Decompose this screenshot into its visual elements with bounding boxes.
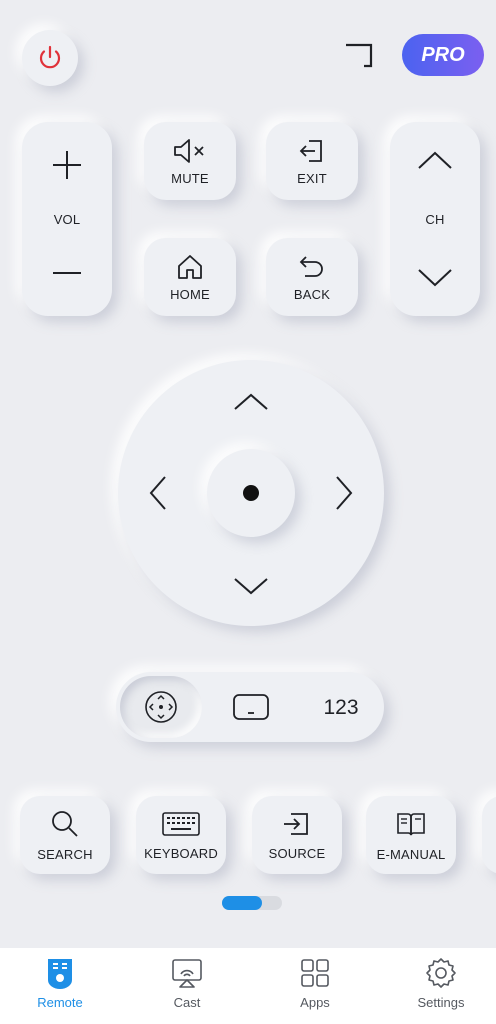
back-label: BACK (293, 286, 331, 302)
channel-down-button[interactable] (416, 264, 454, 290)
channel-rocker: CH (390, 122, 480, 316)
ok-dot-icon (243, 485, 259, 501)
volume-up-button[interactable] (50, 148, 84, 182)
screen-corner-icon (346, 43, 373, 68)
touchpad-icon (233, 694, 269, 720)
chevron-down-icon (234, 578, 268, 595)
keyboard-label: KEYBOARD (144, 845, 218, 861)
apps-grid-icon (301, 959, 329, 987)
home-label: HOME (170, 286, 210, 302)
dpad-right-button[interactable] (324, 468, 364, 518)
book-icon (397, 812, 425, 835)
next-button-peek[interactable] (482, 796, 496, 874)
mute-button[interactable]: MUTE (144, 122, 236, 200)
remote-icon (48, 959, 72, 989)
mode-dpad-button[interactable] (120, 676, 202, 738)
chevron-down-icon (418, 269, 452, 287)
cast-icon (172, 959, 202, 988)
dpad-ok-button[interactable] (207, 449, 295, 537)
channel-label: CH (425, 211, 445, 227)
e-manual-button[interactable]: E-MANUAL (366, 796, 456, 874)
chevron-up-icon (418, 151, 452, 169)
source-label: SOURCE (268, 845, 326, 861)
screen-mirror-button[interactable] (338, 38, 378, 72)
page-indicator[interactable] (222, 896, 282, 910)
page-indicator-active (222, 896, 262, 910)
tab-apps[interactable]: Apps (270, 956, 360, 1018)
tab-settings-label: Settings (417, 995, 465, 1010)
dpad-mode-icon (145, 691, 177, 723)
gear-icon (426, 958, 456, 988)
bottom-tab-bar: Remote Cast Apps Settings (0, 948, 496, 1024)
exit-label: EXIT (297, 170, 327, 186)
search-button[interactable]: SEARCH (20, 796, 110, 874)
home-button[interactable]: HOME (144, 238, 236, 316)
power-icon (39, 45, 61, 69)
dpad-up-button[interactable] (226, 382, 276, 422)
mute-icon (174, 138, 204, 163)
channel-up-button[interactable] (416, 148, 454, 174)
back-button[interactable]: BACK (266, 238, 358, 316)
mute-label: MUTE (171, 170, 209, 186)
keyboard-button[interactable]: KEYBOARD (136, 796, 226, 874)
chevron-up-icon (234, 393, 268, 410)
tab-apps-label: Apps (300, 995, 330, 1010)
volume-rocker: VOL (22, 122, 112, 316)
dpad-down-button[interactable] (226, 566, 276, 606)
mode-numpad-button[interactable]: 123 (312, 693, 370, 723)
tab-cast[interactable]: Cast (142, 956, 232, 1018)
tab-remote[interactable]: Remote (15, 956, 105, 1018)
search-icon (52, 810, 78, 837)
keyboard-icon (162, 811, 200, 836)
mode-touchpad-button[interactable] (228, 690, 274, 724)
dpad-left-button[interactable] (138, 468, 178, 518)
source-button[interactable]: SOURCE (252, 796, 342, 874)
volume-down-button[interactable] (50, 256, 84, 290)
power-button[interactable] (22, 30, 78, 86)
tab-remote-label: Remote (37, 995, 83, 1010)
pro-upgrade-button[interactable]: PRO (402, 34, 484, 76)
minus-icon (53, 272, 81, 274)
tab-cast-label: Cast (173, 995, 201, 1010)
search-label: SEARCH (37, 846, 93, 862)
tab-settings[interactable]: Settings (396, 956, 486, 1018)
chevron-left-icon (149, 476, 166, 510)
e-manual-label: E-MANUAL (376, 846, 446, 862)
plus-icon (53, 151, 81, 179)
back-icon (299, 255, 323, 277)
home-icon (178, 254, 202, 279)
chevron-right-icon (336, 476, 353, 510)
exit-button[interactable]: EXIT (266, 122, 358, 200)
volume-label: VOL (53, 211, 81, 227)
source-icon (284, 812, 308, 835)
exit-icon (299, 139, 322, 162)
